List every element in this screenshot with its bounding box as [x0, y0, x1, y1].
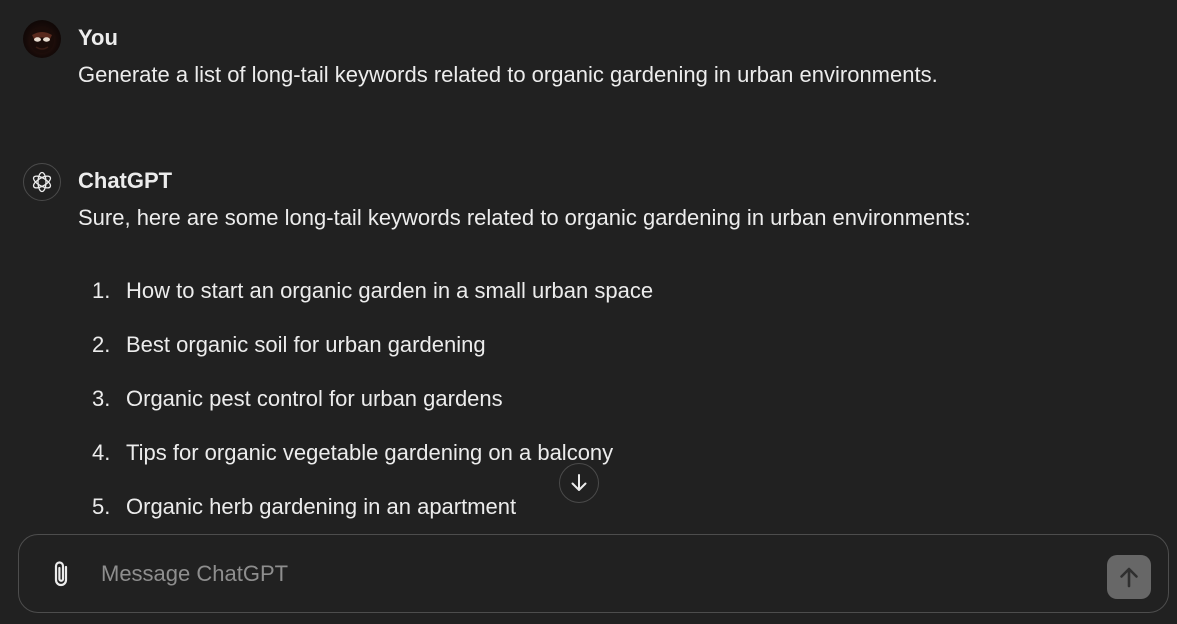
list-item-text: Tips for organic vegetable gardening on … — [126, 440, 614, 465]
list-item-text: How to start an organic garden in a smal… — [126, 278, 654, 303]
list-item-number: 2. — [92, 332, 111, 357]
openai-logo-icon — [23, 163, 61, 201]
list-item-text: Organic pest control for urban gardens — [126, 386, 503, 411]
user-author-name: You — [78, 25, 118, 50]
list-item-number: 1. — [92, 278, 111, 303]
attach-button[interactable] — [45, 557, 79, 591]
user-message-text: Generate a list of long-tail keywords re… — [78, 62, 938, 87]
message-composer — [18, 534, 1169, 613]
list-item-number: 5. — [92, 494, 111, 519]
scroll-to-bottom-button[interactable] — [559, 463, 599, 503]
list-item-text: Organic herb gardening in an apartment — [126, 494, 517, 519]
list-item-text: Best organic soil for urban gardening — [126, 332, 486, 357]
chat-page: You Generate a list of long-tail keyword… — [0, 0, 1177, 624]
assistant-author-name: ChatGPT — [78, 168, 173, 193]
arrow-down-icon — [571, 474, 587, 491]
assistant-intro-text: Sure, here are some long-tail keywords r… — [78, 205, 971, 230]
send-button[interactable] — [1107, 555, 1151, 599]
user-avatar — [23, 20, 61, 58]
user-avatar-image — [30, 27, 54, 53]
list-item-number: 3. — [92, 386, 111, 411]
message-input[interactable] — [101, 557, 1081, 591]
list-item-number: 4. — [92, 440, 111, 465]
arrow-up-icon — [1120, 567, 1138, 588]
paperclip-icon — [54, 561, 68, 587]
